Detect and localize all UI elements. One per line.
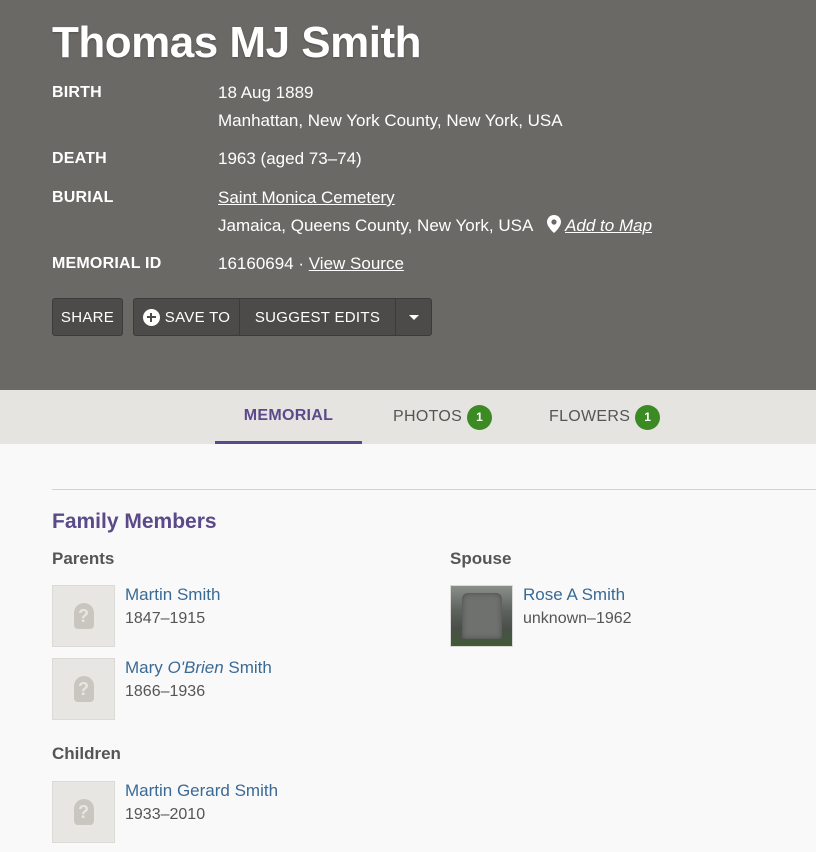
birth-place: Manhattan, New York County, New York, US… xyxy=(218,111,563,130)
member-dates: unknown–1962 xyxy=(523,610,632,627)
family-member[interactable]: ? Mary O'Brien Smith 1866–1936 xyxy=(52,658,352,720)
member-photo-placeholder[interactable]: ? xyxy=(52,585,115,647)
member-maiden-name: O'Brien xyxy=(167,658,224,677)
family-member[interactable]: ? Martin Gerard Smith 1933–2010 xyxy=(52,781,352,843)
member-photo-placeholder[interactable]: ? xyxy=(52,658,115,720)
unknown-person-icon: ? xyxy=(73,603,94,629)
unknown-person-icon: ? xyxy=(73,799,94,825)
burial-value: Saint Monica Cemetery Jamaica, Queens Co… xyxy=(218,184,652,240)
member-name-link[interactable]: Rose A Smith xyxy=(523,585,625,605)
member-last-name: Smith xyxy=(228,658,272,677)
flowers-count-badge: 1 xyxy=(635,404,661,430)
death-value: 1963 (aged 73–74) xyxy=(218,149,362,168)
member-photo-placeholder[interactable]: ? xyxy=(52,781,115,843)
add-to-map-link[interactable]: Add to Map xyxy=(565,216,652,235)
member-first-name: Mary xyxy=(125,658,163,677)
cemetery-link[interactable]: Saint Monica Cemetery xyxy=(218,188,395,207)
save-to-label: SAVE TO xyxy=(164,308,231,326)
spouse-label: Spouse xyxy=(450,549,512,568)
map-pin-icon xyxy=(547,215,562,233)
member-dates: 1866–1936 xyxy=(125,683,206,700)
plus-circle-icon xyxy=(142,308,160,326)
member-photo[interactable] xyxy=(450,585,513,647)
photos-count-badge: 1 xyxy=(467,404,493,430)
family-member[interactable]: ? Martin Smith 1847–1915 xyxy=(52,585,352,647)
birth-label: BIRTH xyxy=(52,84,102,101)
birth-date: 18 Aug 1889 xyxy=(218,83,314,102)
member-name-link[interactable]: Mary O'Brien Smith xyxy=(125,658,272,678)
tab-flowers-label: FLOWERS xyxy=(549,408,631,425)
family-member[interactable]: Rose A Smith unknown–1962 xyxy=(450,585,750,647)
view-source-link[interactable]: View Source xyxy=(309,254,404,273)
memorial-id-label: MEMORIAL ID xyxy=(52,255,162,272)
burial-label: BURIAL xyxy=(52,189,114,206)
children-label: Children xyxy=(52,744,121,763)
action-button-group: SAVE TO SUGGEST EDITS xyxy=(133,298,432,336)
memorial-header: Thomas MJ Smith BIRTH 18 Aug 1889 Manhat… xyxy=(0,0,816,390)
memorial-id: 16160694 · xyxy=(218,254,305,273)
tab-memorial[interactable]: MEMORIAL xyxy=(215,390,362,444)
suggest-edits-button[interactable]: SUGGEST EDITS xyxy=(240,299,396,335)
member-dates: 1933–2010 xyxy=(125,806,206,823)
headstone-photo xyxy=(461,593,502,639)
tab-photos[interactable]: PHOTOS 1 xyxy=(393,390,493,444)
burial-place: Jamaica, Queens County, New York, USA xyxy=(218,216,533,235)
save-to-button[interactable]: SAVE TO xyxy=(134,299,240,335)
member-name-link[interactable]: Martin Smith xyxy=(125,585,220,605)
person-name: Thomas MJ Smith xyxy=(52,18,422,67)
section-divider xyxy=(52,489,816,490)
tab-bar: MEMORIAL PHOTOS 1 FLOWERS 1 xyxy=(0,390,816,444)
tab-flowers[interactable]: FLOWERS 1 xyxy=(549,390,661,444)
unknown-person-icon: ? xyxy=(73,676,94,702)
tab-photos-label: PHOTOS xyxy=(393,408,463,425)
member-dates: 1847–1915 xyxy=(125,610,206,627)
member-name-link[interactable]: Martin Gerard Smith xyxy=(125,781,278,801)
more-actions-dropdown[interactable] xyxy=(396,299,431,335)
family-members-title: Family Members xyxy=(52,510,217,533)
parents-label: Parents xyxy=(52,549,115,568)
birth-value: 18 Aug 1889 Manhattan, New York County, … xyxy=(218,79,563,135)
death-label: DEATH xyxy=(52,150,107,167)
caret-down-icon xyxy=(408,314,419,320)
share-button[interactable]: SHARE xyxy=(52,298,123,336)
memorial-id-value: 16160694 · View Source xyxy=(218,250,404,278)
